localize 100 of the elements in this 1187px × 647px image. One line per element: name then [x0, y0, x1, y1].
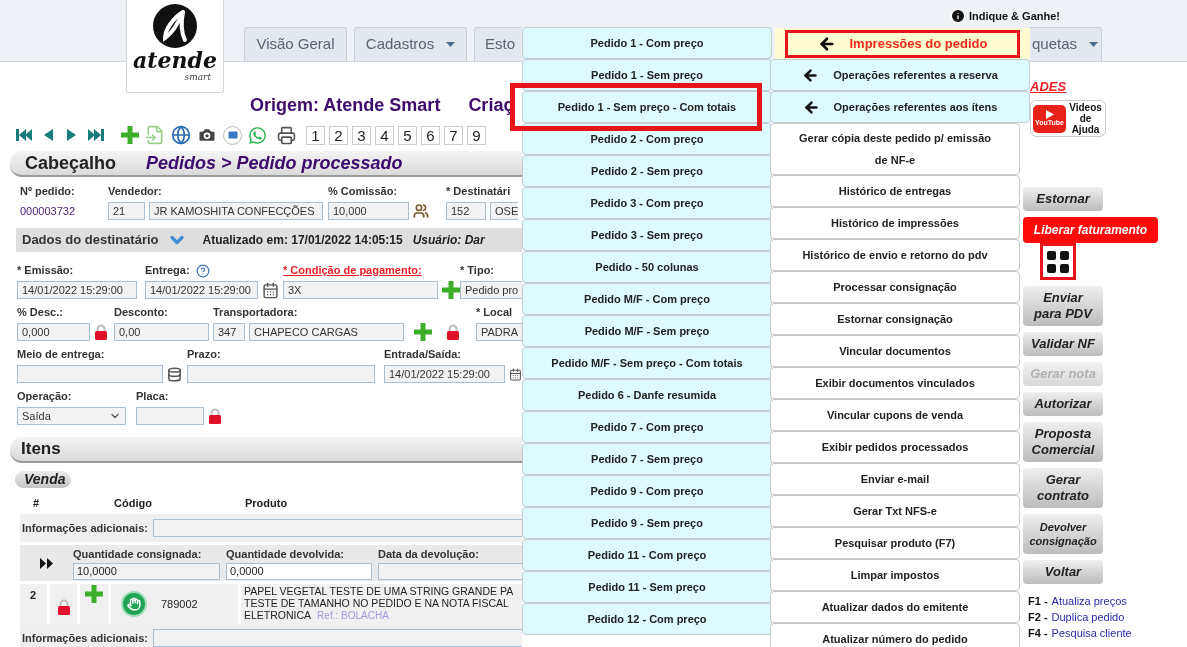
print-menu-item[interactable]: Pedido 7 - Sem preço [522, 443, 772, 475]
page-button[interactable]: 4 [375, 125, 394, 145]
shortcut-link[interactable]: Atualiza preços [1051, 594, 1127, 608]
select-field[interactable]: Saída [17, 407, 126, 425]
nav-tab[interactable]: Esto [474, 27, 521, 61]
print-menu-item[interactable]: Pedido 3 - Sem preço [522, 219, 772, 251]
action-button[interactable]: Gerar contrato [1023, 468, 1103, 508]
print-menu-item[interactable]: Pedido 2 - Sem preço [522, 155, 772, 187]
plus-icon[interactable] [121, 126, 139, 144]
release-billing-button[interactable]: Liberar faturamento [1023, 217, 1158, 243]
menu-item[interactable]: Pesquisar produto (F7) [770, 527, 1020, 559]
category-tab[interactable]: Venda [15, 471, 71, 488]
submenu-item[interactable]: Operações referentes a reserva [770, 59, 1030, 91]
users-icon[interactable] [413, 203, 429, 219]
action-button[interactable]: Voltar [1023, 560, 1103, 584]
text-field[interactable] [152, 629, 522, 647]
submenu-item[interactable]: Operações referentes aos ítens [770, 91, 1030, 123]
first-icon[interactable] [15, 128, 33, 142]
print-menu-item[interactable]: Pedido 9 - Com preço [522, 475, 772, 507]
text-field[interactable] [187, 365, 375, 383]
text-field[interactable]: 14/01/2022 15:29:00 [384, 365, 505, 383]
shortcut-link[interactable]: Duplica pedido [1051, 610, 1125, 624]
globe-icon[interactable] [171, 125, 191, 145]
text-field[interactable]: 347 [213, 323, 245, 341]
text-field[interactable] [136, 407, 204, 425]
print-menu-item[interactable]: Pedido - 50 colunas [522, 251, 772, 283]
menu-item[interactable]: Limpar impostos [770, 559, 1020, 591]
text-field[interactable]: Pedido pro [460, 281, 522, 299]
last-icon[interactable] [87, 128, 105, 142]
print-menu-item[interactable]: Pedido M/F - Sem preço [522, 315, 772, 347]
print-menu-item[interactable]: Pedido 1 - Com preço [522, 27, 772, 59]
page-button[interactable]: 2 [329, 125, 348, 145]
action-button[interactable]: Enviar para PDV [1023, 286, 1103, 326]
text-field[interactable]: 14/01/2022 15:29:00 [17, 281, 137, 299]
text-field[interactable]: CHAPECO CARGAS [249, 323, 404, 341]
print-menu-item[interactable]: Pedido 3 - Com preço [522, 187, 772, 219]
menu-item[interactable]: Exibir documentos vinculados [770, 367, 1020, 399]
page-button[interactable]: 9 [467, 125, 486, 145]
text-field[interactable] [378, 562, 522, 580]
plus-icon[interactable] [85, 585, 103, 603]
text-field[interactable] [152, 519, 522, 537]
text-field[interactable]: 152 [446, 202, 486, 220]
page-button[interactable]: 6 [421, 125, 440, 145]
expand-icon[interactable] [40, 557, 54, 569]
print-menu-item[interactable]: Pedido 11 - Com preço [522, 539, 772, 571]
print-menu-item[interactable]: Pedido M/F - Com preço [522, 283, 772, 315]
printer-icon[interactable] [277, 125, 296, 145]
page-button[interactable]: 7 [444, 125, 463, 145]
text-field[interactable]: OSE [490, 202, 518, 220]
menu-item[interactable]: Exibir pedidos processados [770, 431, 1020, 463]
print-menu-item[interactable]: Pedido 7 - Com preço [522, 411, 772, 443]
action-button[interactable]: Proposta Comercial [1023, 422, 1103, 462]
action-button[interactable]: Validar NF [1023, 332, 1103, 356]
menu-item[interactable]: Enviar e-mail [770, 463, 1020, 495]
menu-item[interactable]: Gerar cópia deste pedido p/ emissão de NF-e [770, 123, 1020, 175]
plus-icon[interactable] [442, 281, 460, 299]
news-link[interactable]: ADES [1030, 79, 1187, 94]
menu-item[interactable]: Atualizar dados do emitente [770, 591, 1020, 623]
menu-item[interactable]: Processar consignação [770, 271, 1020, 303]
page-button[interactable]: 1 [306, 125, 325, 145]
print-menu-item[interactable]: Pedido 12 - Com preço [522, 603, 772, 635]
text-field[interactable]: 10,000 [328, 202, 409, 220]
text-field[interactable]: PADRA [476, 323, 522, 341]
text-field[interactable]: JR KAMOSHITA CONFECÇÕES [149, 202, 323, 220]
menu-item[interactable]: Histórico de impressões [770, 207, 1020, 239]
referral-link[interactable]: Indique & Ganhe! [968, 7, 1060, 25]
help-icon[interactable] [195, 263, 210, 278]
menu-item[interactable]: Gerar Txt NFS-e [770, 495, 1020, 527]
calendar-icon[interactable] [262, 281, 279, 299]
menu-item[interactable]: Histórico de envio e retorno do pdv [770, 239, 1020, 271]
nav-tab[interactable]: Cadastros [354, 27, 467, 61]
text-field[interactable]: 0,00 [114, 323, 209, 341]
menu-item[interactable]: Atualizar número do pedido [770, 623, 1020, 647]
menu-item[interactable]: Histórico de entregas [770, 175, 1020, 207]
nav-tab[interactable]: Visão Geral [244, 27, 347, 61]
nav-tab[interactable]: quetas [1030, 27, 1102, 61]
print-menu-title[interactable]: Impressões do pedido [785, 30, 1020, 58]
print-menu-item[interactable]: Pedido 11 - Sem preço [522, 571, 772, 603]
menu-item[interactable]: Vincular cupons de venda [770, 399, 1020, 431]
text-field[interactable]: 3X [283, 281, 438, 299]
plus-icon[interactable] [414, 323, 432, 341]
menu-item[interactable]: Vincular documentos [770, 335, 1020, 367]
menu-item[interactable]: Estornar consignação [770, 303, 1020, 335]
page-button[interactable]: 5 [398, 125, 417, 145]
action-button[interactable]: Devolver consignação [1023, 514, 1103, 554]
logo[interactable]: atende smart [126, 0, 224, 93]
hand-icon[interactable] [121, 591, 147, 617]
print-menu-item[interactable]: Pedido 1 - Sem preço - Com totais [522, 91, 772, 123]
action-button[interactable]: Autorizar [1023, 392, 1103, 416]
text-field[interactable]: 14/01/2022 15:29:00 [145, 281, 258, 299]
print-menu-item[interactable]: Pedido 6 - Danfe resumida [522, 379, 772, 411]
apps-button[interactable] [1040, 243, 1076, 280]
print-menu-item[interactable]: Pedido 9 - Sem preço [522, 507, 772, 539]
text-field[interactable] [17, 365, 163, 383]
whatsapp-icon[interactable] [248, 125, 267, 145]
action-button[interactable]: Estornar [1023, 187, 1103, 211]
text-field[interactable]: 0,0000 [226, 562, 372, 580]
page-button[interactable]: 3 [352, 125, 371, 145]
calendar-icon[interactable] [509, 365, 522, 383]
print-menu-item[interactable]: Pedido M/F - Sem preço - Com totais [522, 347, 772, 379]
